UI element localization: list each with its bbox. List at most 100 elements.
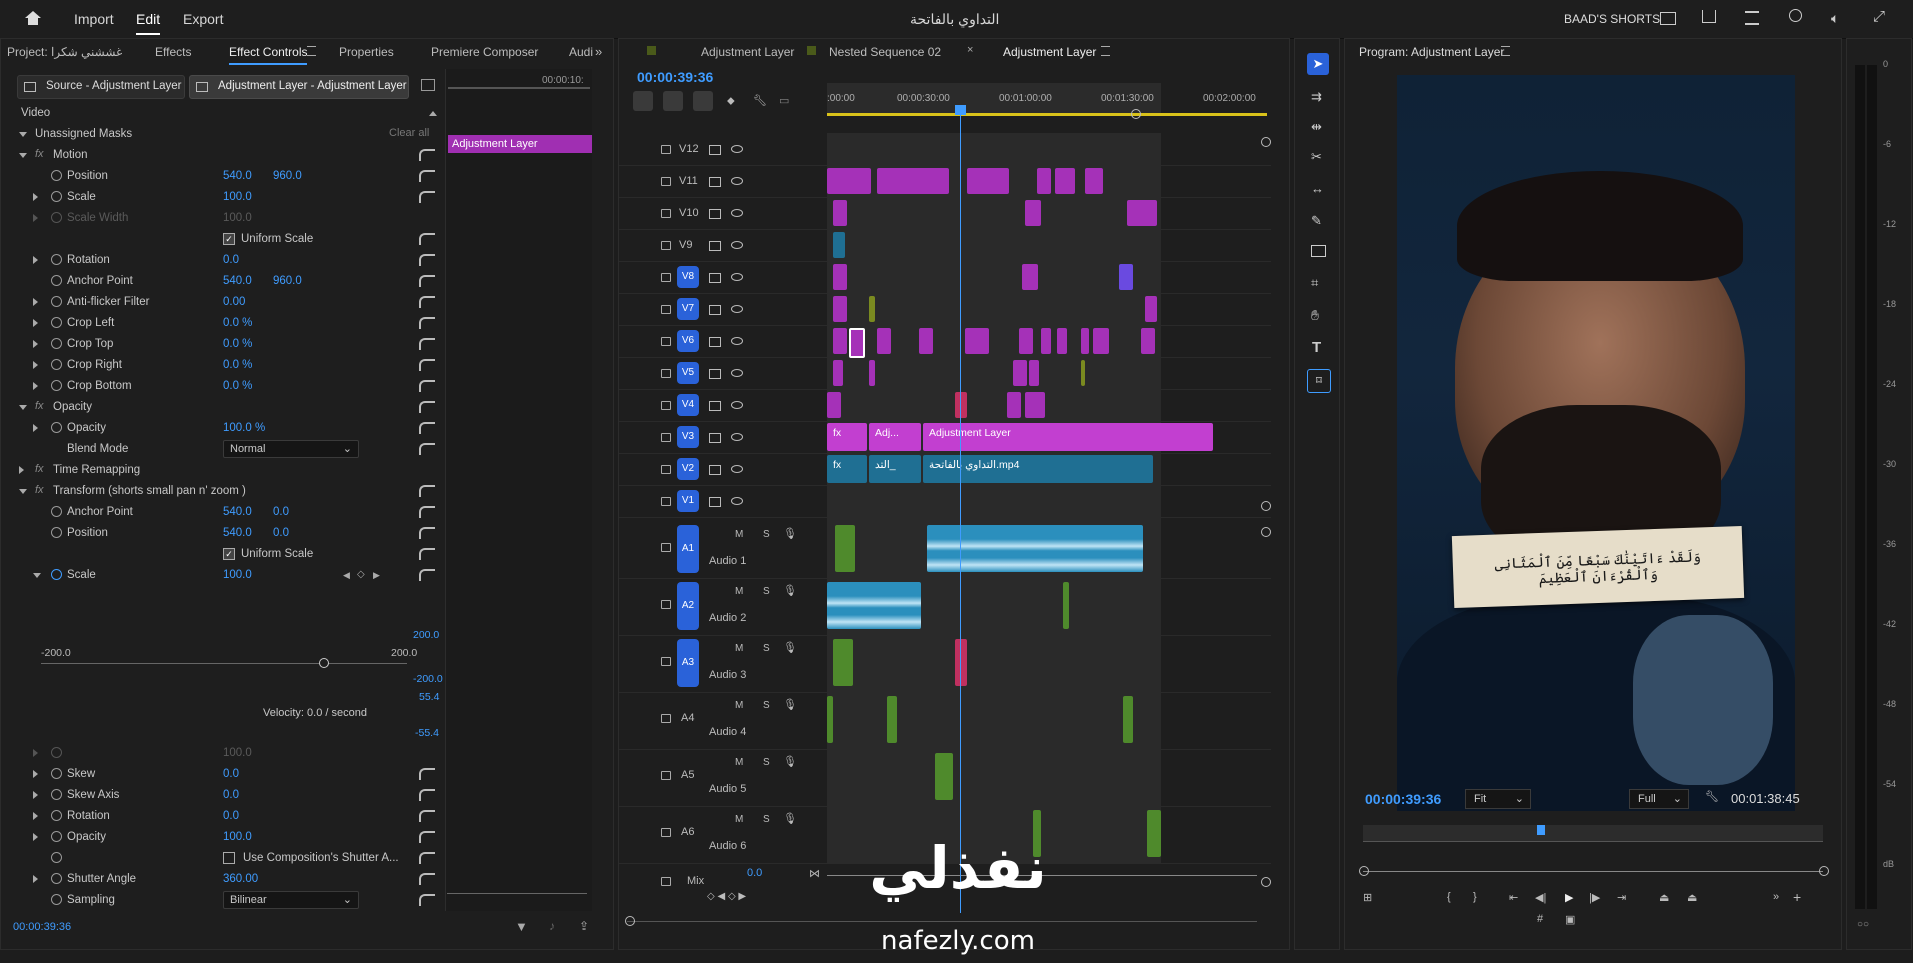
reset-icon[interactable] — [419, 485, 435, 497]
tab-audio[interactable]: Audi — [569, 45, 593, 59]
track-target-a3[interactable]: A3 — [677, 639, 699, 687]
menu-export[interactable]: Export — [183, 11, 223, 27]
clip[interactable] — [1025, 200, 1041, 226]
eye-icon[interactable] — [731, 273, 743, 281]
reset-icon[interactable] — [419, 768, 435, 780]
audio-clip[interactable] — [1063, 582, 1069, 629]
record-mic-icon[interactable]: 🎙︎ — [783, 755, 797, 768]
play-audio-icon[interactable]: ♪ — [549, 919, 555, 933]
source-selector[interactable]: Source - Adjustment Layer — [17, 75, 185, 99]
stopwatch-active-icon[interactable] — [51, 569, 62, 580]
transform-position-x[interactable]: 540.0 — [223, 527, 252, 539]
lock-icon[interactable] — [661, 497, 671, 506]
clip[interactable] — [833, 232, 845, 258]
tab-effects[interactable]: Effects — [155, 45, 191, 59]
video-track-v6[interactable]: V6 — [619, 325, 1271, 358]
reset-icon[interactable] — [419, 191, 435, 203]
sampling-select[interactable]: Bilinear ⌄ — [223, 891, 359, 909]
keyframe-nav-icon[interactable]: ◇ ◀ ◇ ▶ — [707, 891, 746, 902]
time-remapping-effect[interactable]: Time Remapping — [53, 464, 140, 476]
track-target-a2[interactable]: A2 — [677, 582, 699, 630]
reset-icon[interactable] — [419, 275, 435, 287]
sync-lock-icon[interactable] — [709, 433, 721, 443]
lock-icon[interactable] — [661, 273, 671, 282]
keyframe-timeline[interactable]: 00:00:10: Adjustment Layer — [445, 69, 592, 911]
clip[interactable] — [1022, 264, 1038, 290]
lock-icon[interactable] — [661, 209, 671, 218]
shutter-angle-value[interactable]: 360.00 — [223, 873, 258, 885]
stopwatch-icon[interactable] — [51, 768, 62, 779]
position-y[interactable]: 960.0 — [273, 170, 302, 182]
motion-effect[interactable]: Motion — [53, 149, 88, 161]
audio-clip[interactable] — [935, 753, 953, 800]
reset-icon[interactable] — [419, 548, 435, 560]
stopwatch-icon[interactable] — [51, 275, 62, 286]
stopwatch-icon[interactable] — [51, 338, 62, 349]
reset-icon[interactable] — [419, 810, 435, 822]
clip[interactable] — [827, 168, 871, 194]
clip[interactable] — [1025, 392, 1045, 418]
wrench-icon[interactable]: 🔧︎ — [753, 94, 767, 107]
audio-clip[interactable] — [955, 639, 967, 686]
track-target-v5[interactable]: V5 — [677, 362, 699, 384]
stopwatch-icon[interactable] — [51, 852, 62, 863]
sync-lock-icon[interactable] — [709, 241, 721, 251]
transform-anchor-y[interactable]: 0.0 — [273, 506, 289, 518]
mute-button[interactable]: M — [735, 757, 743, 768]
reset-icon[interactable] — [419, 401, 435, 413]
tab-sequence-1[interactable]: Adjustment Layer — [701, 45, 794, 59]
clip[interactable] — [1055, 168, 1075, 194]
step-forward-icon[interactable]: |▶ — [1589, 891, 1600, 904]
lock-icon[interactable] — [661, 401, 671, 410]
generative-tool-icon[interactable]: ⌑ — [1307, 369, 1331, 393]
clip[interactable] — [1119, 264, 1133, 290]
audio-track-a3[interactable]: A3 M S 🎙︎ Audio 3 — [619, 635, 1271, 693]
clear-all-button[interactable]: Clear all — [389, 127, 429, 139]
mute-button[interactable]: M — [735, 529, 743, 540]
selection-tool-icon[interactable]: ➤ — [1307, 53, 1329, 75]
reset-icon[interactable] — [419, 359, 435, 371]
linked-selection-icon[interactable] — [693, 91, 713, 111]
reset-icon[interactable] — [419, 506, 435, 518]
sync-lock-icon[interactable] — [709, 401, 721, 411]
mini-clip-bar[interactable]: Adjustment Layer — [448, 135, 592, 153]
clip[interactable] — [1141, 328, 1155, 354]
record-mic-icon[interactable]: 🎙︎ — [783, 812, 797, 825]
eye-icon[interactable] — [731, 177, 743, 185]
anti-flicker-value[interactable]: 0.00 — [223, 296, 245, 308]
lift-icon[interactable]: ⏏ — [1659, 891, 1669, 904]
audio-clip[interactable] — [827, 696, 833, 743]
mix-value[interactable]: 0.0 — [747, 867, 762, 879]
stopwatch-icon[interactable] — [51, 422, 62, 433]
solo-button[interactable]: S — [763, 643, 770, 654]
lock-icon[interactable] — [661, 657, 671, 666]
stopwatch-icon[interactable] — [51, 831, 62, 842]
fit-select[interactable]: Fit ⌄ — [1465, 789, 1531, 809]
adjustment-layer-clip[interactable]: Adjustment Layer — [923, 423, 1213, 451]
razor-tool-icon[interactable]: ✂ — [1311, 149, 1322, 165]
anchor-y[interactable]: 960.0 — [273, 275, 302, 287]
clip[interactable] — [1019, 328, 1033, 354]
reset-icon[interactable] — [419, 873, 435, 885]
clip[interactable] — [1057, 328, 1067, 354]
video-track-v12[interactable]: V12 — [619, 133, 1271, 166]
track-select-tool-icon[interactable]: ⇉ — [1311, 89, 1322, 105]
mark-in-icon[interactable]: { — [1447, 891, 1451, 903]
clip[interactable] — [833, 264, 847, 290]
audio-track-a5[interactable]: A5 M S 🎙︎ Audio 5 — [619, 749, 1271, 807]
clip[interactable] — [1145, 296, 1157, 322]
blend-mode-select[interactable]: Normal ⌄ — [223, 440, 359, 458]
reset-icon[interactable] — [419, 852, 435, 864]
adjustment-layer-clip[interactable]: Adj... — [869, 423, 921, 451]
lock-icon[interactable] — [661, 305, 671, 314]
go-to-in-icon[interactable]: ⇤ — [1509, 891, 1518, 904]
transform-position-y[interactable]: 0.0 — [273, 527, 289, 539]
crop-top-value[interactable]: 0.0 % — [223, 338, 252, 350]
video-track-v3[interactable]: V3 fx Adj... Adjustment Layer — [619, 421, 1271, 454]
search-icon[interactable] — [1789, 9, 1802, 22]
eye-icon[interactable] — [731, 241, 743, 249]
add-keyframe-icon[interactable]: ◇ — [357, 569, 365, 580]
tab-project[interactable]: Project: غششني شكرا — [7, 45, 122, 59]
stopwatch-icon[interactable] — [51, 191, 62, 202]
vscroll-handle[interactable] — [1261, 527, 1271, 537]
